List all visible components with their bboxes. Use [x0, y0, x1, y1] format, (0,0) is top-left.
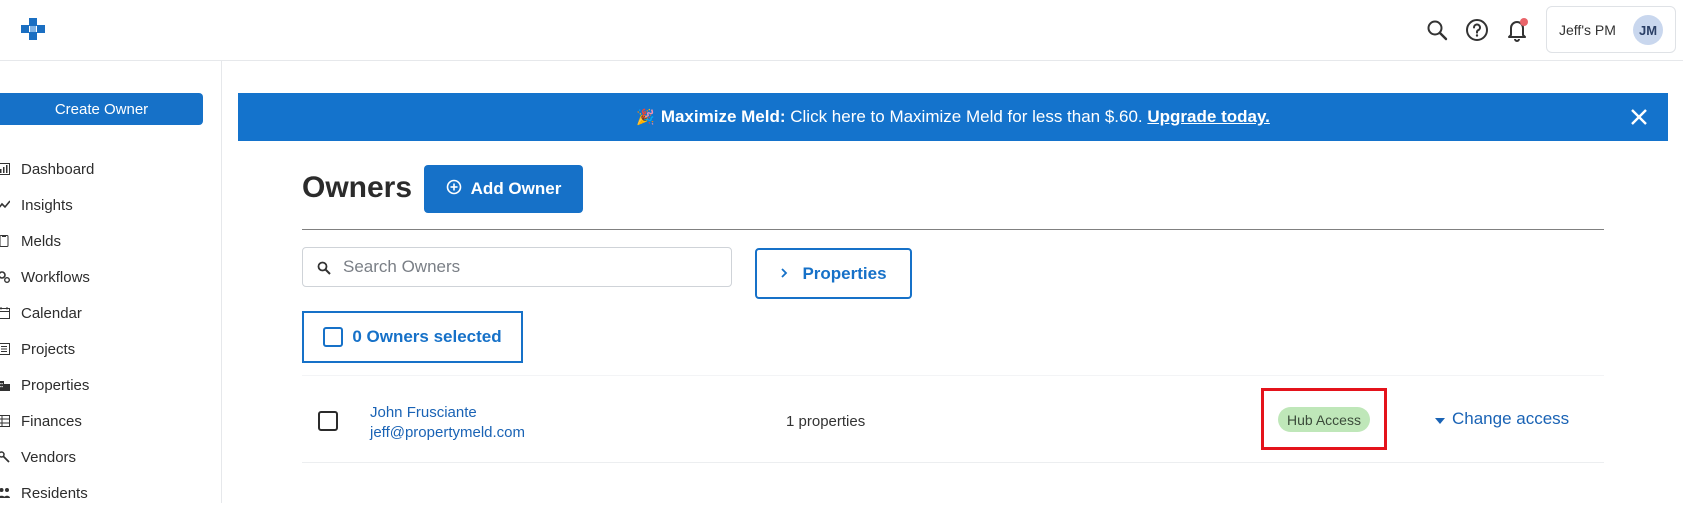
sidebar-item-dashboard[interactable]: Dashboard [0, 157, 200, 181]
select-all-checkbox[interactable] [323, 327, 344, 347]
search-box[interactable] [302, 247, 732, 287]
projects-icon [0, 343, 10, 355]
workflows-icon [0, 271, 10, 283]
notification-dot [1520, 18, 1528, 26]
logo-icon[interactable] [21, 18, 45, 40]
melds-icon [0, 235, 9, 247]
plus-circle-icon [446, 179, 462, 200]
status-badge: Hub Access [1278, 407, 1370, 432]
search-icon[interactable] [1424, 17, 1450, 43]
properties-filter-button[interactable]: Properties [755, 248, 912, 299]
change-access-button[interactable]: Change access [1435, 409, 1569, 429]
caret-down-icon [1435, 409, 1445, 429]
sidebar-item-workflows[interactable]: Workflows [0, 265, 200, 289]
sidebar-item-label: Projects [21, 340, 76, 358]
sidebar-item-label: Residents [21, 484, 88, 502]
org-name: Jeff's PM [1559, 22, 1616, 38]
help-icon[interactable] [1464, 17, 1490, 43]
sidebar-item-label: Vendors [21, 448, 77, 466]
insights-icon [0, 200, 10, 209]
sidebar-item-properties[interactable]: Properties [0, 373, 200, 397]
sidebar-item-label: Melds [21, 232, 62, 250]
banner-text: Click here to Maximize Meld for less tha… [785, 107, 1148, 126]
property-count: 1 properties [786, 413, 866, 430]
sidebar-item-projects[interactable]: Projects [0, 337, 200, 361]
owner-name-link[interactable]: John Frusciante [370, 404, 477, 421]
page-title: Owners [302, 171, 413, 204]
create-owner-button[interactable]: Create Owner [0, 93, 203, 125]
org-switcher[interactable]: Jeff's PM JM [1546, 6, 1676, 53]
sidebar-item-residents[interactable]: Residents [0, 481, 200, 505]
banner-bold-text: Maximize Meld: [660, 107, 786, 126]
calendar-icon [0, 307, 10, 319]
sidebar-item-label: Insights [21, 196, 73, 214]
top-bar: Jeff's PM JM [0, 0, 1683, 61]
sidebar-item-label: Calendar [21, 304, 82, 322]
close-icon[interactable] [1628, 106, 1650, 128]
sidebar-item-label: Workflows [21, 268, 90, 286]
selection-count: 0 Owners selected [352, 327, 502, 346]
sidebar-item-melds[interactable]: Melds [0, 229, 200, 253]
divider [302, 229, 1604, 230]
add-owner-label: Add Owner [470, 179, 562, 198]
finances-icon [0, 415, 10, 427]
vendors-icon [0, 451, 10, 463]
party-emoji-icon: 🎉 [636, 109, 655, 126]
sidebar-item-label: Finances [21, 412, 82, 430]
chevron-right-icon [780, 264, 788, 284]
bell-icon[interactable] [1504, 17, 1530, 43]
add-owner-button[interactable]: Add Owner [424, 165, 583, 213]
row-checkbox[interactable] [318, 411, 338, 431]
properties-icon [0, 381, 10, 391]
dashboard-icon [0, 163, 10, 175]
sidebar-item-calendar[interactable]: Calendar [0, 301, 200, 325]
sidebar-item-label: Dashboard [21, 160, 95, 178]
upgrade-link[interactable]: Upgrade today. [1147, 107, 1269, 127]
owner-email-link[interactable]: jeff@propertymeld.com [370, 424, 525, 441]
sidebar-item-insights[interactable]: Insights [0, 193, 200, 217]
sidebar: Create Owner Dashboard Insights Melds Wo… [0, 61, 222, 503]
properties-label: Properties [802, 263, 887, 283]
sidebar-item-finances[interactable]: Finances [0, 409, 200, 433]
residents-icon [0, 488, 10, 498]
table-row: John Frusciante jeff@propertymeld.com 1 … [302, 376, 1604, 463]
sidebar-item-vendors[interactable]: Vendors [0, 445, 200, 469]
search-input[interactable] [343, 257, 713, 277]
upgrade-banner[interactable]: 🎉 Maximize Meld: Click here to Maximize … [238, 93, 1668, 141]
search-icon [317, 261, 331, 280]
change-access-label: Change access [1452, 409, 1570, 428]
sidebar-item-label: Properties [21, 376, 90, 394]
bulk-select-button[interactable]: 0 Owners selected [302, 311, 523, 363]
avatar: JM [1633, 15, 1663, 45]
